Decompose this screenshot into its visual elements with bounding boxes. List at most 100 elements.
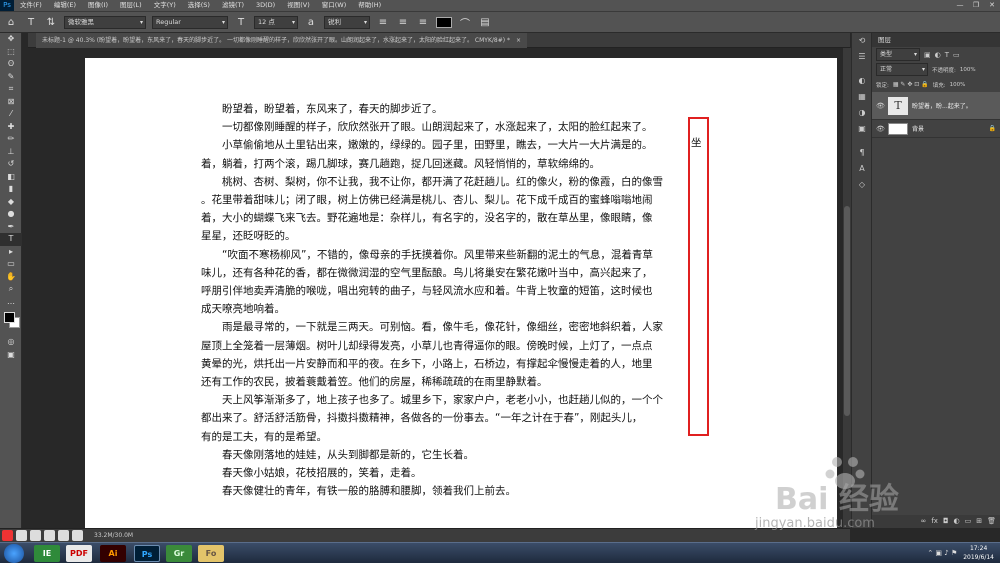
document-tab[interactable]: 未标题-1 @ 40.3% (盼望着，盼望着，东风来了，春天的脚步近了。 一切都… xyxy=(36,33,527,48)
screen-mode-icon[interactable]: ▣ xyxy=(0,349,22,362)
align-left-icon[interactable]: ≡ xyxy=(376,17,390,28)
font-style-select[interactable]: Regular xyxy=(152,15,228,29)
character-panel-icon[interactable]: ▤ xyxy=(478,17,492,28)
group-icon[interactable]: ▭ xyxy=(965,515,972,528)
paths-icon[interactable]: ◇ xyxy=(852,177,872,193)
fx-icon[interactable]: fx xyxy=(931,515,938,528)
quick-select-tool-icon[interactable]: ✎ xyxy=(0,71,22,84)
delete-layer-icon[interactable]: 🗑 xyxy=(987,515,996,528)
opacity-value[interactable]: 100% xyxy=(960,67,976,73)
menu-window[interactable]: 窗口(W) xyxy=(316,0,353,11)
type-tool-icon[interactable]: T xyxy=(0,233,22,246)
text-color-swatch[interactable] xyxy=(436,16,452,28)
document-canvas[interactable]: 盼望着，盼望着，东风来了，春天的脚步近了。 一切都像刚睡醒的样子，欣欣然张开了眼… xyxy=(85,58,837,528)
path-select-tool-icon[interactable]: ▸ xyxy=(0,246,22,259)
properties-icon[interactable]: ☰ xyxy=(852,49,872,65)
clock[interactable]: 17:24 2019/6/14 xyxy=(963,544,994,562)
home-icon[interactable]: ⌂ xyxy=(4,17,18,28)
layer-item-text[interactable]: 👁 T 盼望着，盼...起来了。 xyxy=(872,92,1000,120)
swatches-icon[interactable]: ▦ xyxy=(852,89,872,105)
ime-icon[interactable] xyxy=(58,530,69,541)
ime-logo-icon[interactable] xyxy=(2,530,13,541)
marquee-tool-icon[interactable]: ⬚ xyxy=(0,46,22,59)
taskbar-app-folder[interactable]: Fo xyxy=(198,545,224,562)
adjustments-icon[interactable]: ◑ xyxy=(852,105,872,121)
scrollbar-thumb[interactable] xyxy=(844,206,850,416)
lock-icons[interactable]: ▦ ✎ ✥ ⊡ 🔒 xyxy=(893,81,929,88)
filter-type-icon[interactable]: T xyxy=(945,51,949,59)
stamp-tool-icon[interactable]: ⊥ xyxy=(0,146,22,159)
ime-icon[interactable] xyxy=(72,530,83,541)
font-size-select[interactable]: 12 点 xyxy=(254,15,298,29)
close-window-button[interactable]: ✕ xyxy=(984,0,1000,11)
blend-mode-select[interactable]: 正常 xyxy=(876,63,928,76)
tab-close-icon[interactable]: × xyxy=(516,37,521,44)
paragraph-icon[interactable]: ¶ xyxy=(852,145,872,161)
type-tool-preset-icon[interactable]: T xyxy=(24,17,38,28)
crop-tool-icon[interactable]: ⌗ xyxy=(0,83,22,96)
pen-tool-icon[interactable]: ✒ xyxy=(0,221,22,234)
blur-tool-icon[interactable]: ◆ xyxy=(0,196,22,209)
taskbar-app-other[interactable]: Gr xyxy=(166,545,192,562)
color-icon[interactable]: ◐ xyxy=(852,73,872,89)
brush-tool-icon[interactable]: ✏ xyxy=(0,133,22,146)
font-family-select[interactable]: 微软雅黑 xyxy=(64,15,146,29)
hand-tool-icon[interactable]: ✋ xyxy=(0,271,22,284)
ime-icon[interactable] xyxy=(44,530,55,541)
color-swatches[interactable] xyxy=(0,308,21,336)
foreground-color[interactable] xyxy=(4,312,15,323)
visibility-eye-icon[interactable]: 👁 xyxy=(876,102,885,110)
visibility-eye-icon[interactable]: 👁 xyxy=(876,125,885,133)
layer-kind-filter[interactable]: 类型 xyxy=(876,48,920,61)
taskbar-app-photoshop[interactable]: Ps xyxy=(134,545,160,562)
menu-3d[interactable]: 3D(D) xyxy=(250,0,281,11)
lasso-tool-icon[interactable]: ʘ xyxy=(0,58,22,71)
menu-image[interactable]: 图像(I) xyxy=(82,0,114,11)
menu-edit[interactable]: 编辑(E) xyxy=(48,0,82,11)
adjustment-layer-icon[interactable]: ◐ xyxy=(954,515,960,528)
new-layer-icon[interactable]: ⊞ xyxy=(976,515,982,528)
healing-brush-icon[interactable]: ✚ xyxy=(0,121,22,134)
history-brush-icon[interactable]: ↺ xyxy=(0,158,22,171)
tray-icons[interactable]: ⌃ ▣ ♪ ⚑ xyxy=(927,549,957,557)
filter-shape-icon[interactable]: ▭ xyxy=(953,51,960,59)
character-icon[interactable]: A xyxy=(852,161,872,177)
filter-adjust-icon[interactable]: ◐ xyxy=(935,51,941,59)
gradient-tool-icon[interactable]: ▮ xyxy=(0,183,22,196)
history-icon[interactable]: ⟲ xyxy=(852,33,872,49)
antialias-select[interactable]: 锐利 xyxy=(324,15,370,29)
align-right-icon[interactable]: ≡ xyxy=(416,17,430,28)
warp-text-icon[interactable]: ⌒ xyxy=(458,15,472,30)
menu-help[interactable]: 帮助(H) xyxy=(352,0,387,11)
quick-mask-icon[interactable]: ◎ xyxy=(0,336,22,349)
align-center-icon[interactable]: ≡ xyxy=(396,17,410,28)
taskbar-app-browser[interactable]: IE xyxy=(34,545,60,562)
ime-icon[interactable] xyxy=(16,530,27,541)
fill-value[interactable]: 100% xyxy=(950,82,966,88)
link-layers-icon[interactable]: ∞ xyxy=(921,515,927,528)
zoom-tool-icon[interactable]: ⌕ xyxy=(0,283,22,296)
taskbar-app-illustrator[interactable]: Ai xyxy=(100,545,126,562)
toggle-orientation-icon[interactable]: ⇅ xyxy=(44,17,58,28)
menu-file[interactable]: 文件(F) xyxy=(14,0,48,11)
vertical-scrollbar[interactable] xyxy=(843,48,851,528)
filter-pixel-icon[interactable]: ▣ xyxy=(924,51,931,59)
minimize-button[interactable]: — xyxy=(952,0,968,11)
shape-tool-icon[interactable]: ▭ xyxy=(0,258,22,271)
layers-panel-title[interactable]: 图层 xyxy=(872,33,1000,47)
layer-item-background[interactable]: 👁 背景 🔒 xyxy=(872,120,1000,138)
start-button[interactable] xyxy=(4,544,24,563)
menu-filter[interactable]: 滤镜(T) xyxy=(216,0,250,11)
more-tools-icon[interactable]: … xyxy=(0,296,22,309)
ime-icon[interactable] xyxy=(30,530,41,541)
frame-tool-icon[interactable]: ⊠ xyxy=(0,96,22,109)
menu-type[interactable]: 文字(Y) xyxy=(148,0,182,11)
eyedropper-tool-icon[interactable]: ⁄ xyxy=(0,108,22,121)
menu-layer[interactable]: 图层(L) xyxy=(114,0,148,11)
move-tool-icon[interactable]: ✥ xyxy=(0,33,22,46)
libraries-icon[interactable]: ▣ xyxy=(852,121,872,137)
restore-button[interactable]: ❐ xyxy=(968,0,984,11)
taskbar-app-pdf[interactable]: PDF xyxy=(66,545,92,562)
menu-view[interactable]: 视图(V) xyxy=(281,0,316,11)
menu-select[interactable]: 选择(S) xyxy=(182,0,216,11)
